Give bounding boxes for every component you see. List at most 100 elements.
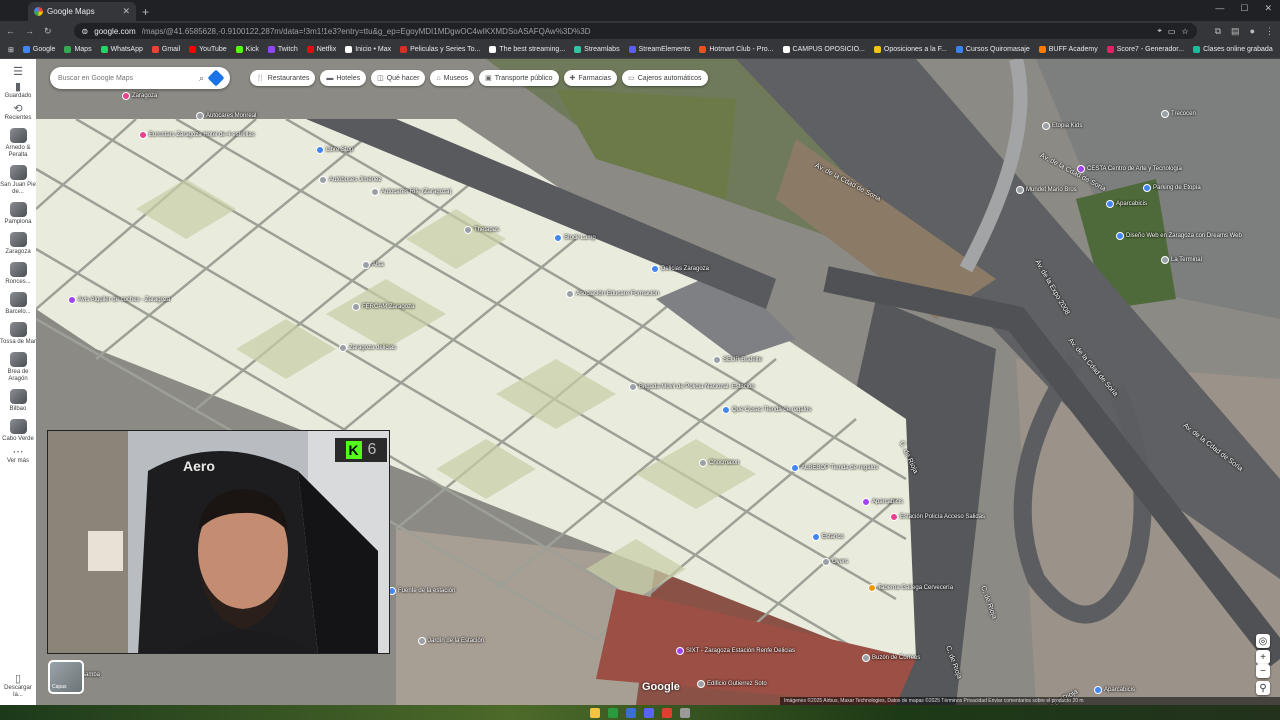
place-label[interactable]: Libre Stop (326, 147, 353, 153)
recent-item[interactable]: Ronces... (0, 262, 36, 286)
bookmark-item[interactable]: Oposiciones a la F... (873, 46, 947, 53)
place-label[interactable]: Zaragoza delicias (349, 345, 396, 351)
file-explorer-icon[interactable] (590, 707, 600, 718)
place-pin-icon[interactable] (339, 344, 347, 352)
place-pin-icon[interactable] (629, 383, 637, 391)
place-pin-icon[interactable] (316, 146, 324, 154)
place-label[interactable]: CESTA Centro de Arte y Tecnología (1087, 166, 1182, 172)
place-label[interactable]: Brigada Móvil de Policía Nacional. Estac… (639, 384, 755, 390)
new-tab-icon[interactable]: + (142, 5, 149, 19)
place-pin-icon[interactable] (890, 513, 898, 521)
bookmark-item[interactable]: YouTube (189, 46, 227, 53)
place-label[interactable]: Aparcabicis (1116, 201, 1147, 207)
place-pin-icon[interactable] (676, 647, 684, 655)
zoom-in-button[interactable]: + (1256, 650, 1270, 664)
place-label[interactable]: Chocmalon (709, 460, 739, 466)
bookmark-item[interactable]: Hotmart Club - Pro... (699, 46, 774, 53)
layers-button[interactable]: Capas (48, 660, 84, 694)
cast-icon[interactable]: ▭ (1168, 27, 1176, 36)
place-pin-icon[interactable] (122, 92, 130, 100)
profile-avatar[interactable]: ● (1250, 26, 1255, 37)
place-label[interactable]: Qué Cosas Tienda de regalos (732, 407, 811, 413)
obs-taskbar-icon[interactable] (662, 707, 672, 718)
pegman-icon[interactable]: ⚲ (1256, 681, 1270, 695)
bookmark-item[interactable]: The best streaming... (489, 46, 565, 53)
place-label[interactable]: Mundet Mario Bros (1026, 187, 1077, 193)
place-label[interactable]: Autocares Rife (Zaragoza) (381, 189, 451, 195)
minimize-icon[interactable]: — (1215, 3, 1224, 14)
place-pin-icon[interactable] (1106, 200, 1114, 208)
place-pin-icon[interactable] (812, 533, 820, 541)
address-bar[interactable]: ⊜ google.com/maps/@41.6585628,-0.9100122… (73, 23, 1197, 39)
place-label[interactable]: Estación Policía Acceso Salidas (900, 514, 985, 520)
place-label[interactable]: Estanco (822, 534, 844, 540)
bookmark-item[interactable]: WhatsApp (100, 46, 143, 53)
bookmark-item[interactable]: Score7 - Generador... (1106, 46, 1184, 53)
place-pin-icon[interactable] (722, 406, 730, 414)
bookmark-item[interactable]: Gmail (151, 46, 180, 53)
extensions-icon[interactable]: ⧉ (1215, 26, 1221, 37)
zoom-out-button[interactable]: − (1256, 664, 1270, 678)
place-pin-icon[interactable] (697, 680, 705, 688)
bookmark-item[interactable]: Twitch (267, 46, 298, 53)
chip-cajeros-automáticos[interactable]: ▭ Cajeros automáticos (622, 70, 708, 86)
place-label[interactable]: ALBEBOP Tienda de regalos (801, 465, 878, 471)
recent-item[interactable]: Brea de Aragón (0, 352, 36, 383)
my-location-button[interactable]: ◎ (1256, 634, 1270, 648)
location-icon[interactable]: ⌖ (1157, 26, 1162, 36)
place-label[interactable]: Zaragoza (132, 93, 157, 99)
place-pin-icon[interactable] (822, 558, 830, 566)
place-pin-icon[interactable] (418, 637, 426, 645)
bookmark-item[interactable]: Google (22, 46, 55, 53)
search-input[interactable] (58, 74, 193, 82)
place-label[interactable]: Diseño Web en Zaragoza con Dreams Web (1126, 233, 1242, 239)
place-pin-icon[interactable] (791, 464, 799, 472)
apps-icon[interactable]: ⊞ (8, 46, 14, 54)
rail-more[interactable]: ⋯ Ver más (7, 447, 29, 465)
place-pin-icon[interactable] (699, 459, 707, 467)
recent-item[interactable]: Cabo Verde (0, 419, 36, 443)
place-label[interactable]: Autobuses Jiménez (329, 177, 381, 183)
place-label[interactable]: Edificio Gutierrez Soto (707, 681, 767, 687)
search-icon[interactable]: ⌕ (199, 73, 204, 84)
place-label[interactable]: Parking de Etopía (1153, 185, 1201, 191)
site-info-icon[interactable]: ⊜ (82, 27, 89, 36)
place-pin-icon[interactable] (862, 654, 870, 662)
rail-download[interactable]: ▯ Descargar la... (0, 674, 36, 699)
place-label[interactable]: Jardín de la Estación (428, 638, 484, 644)
place-label[interactable]: Autocares Monreal (206, 113, 256, 119)
maximize-icon[interactable]: ☐ (1240, 3, 1248, 14)
sidebar-icon[interactable]: ▤ (1231, 26, 1240, 37)
place-label[interactable]: Aparcabicis (1104, 687, 1135, 693)
place-pin-icon[interactable] (319, 176, 327, 184)
place-pin-icon[interactable] (139, 131, 147, 139)
bookmark-item[interactable]: Cursos Quiromasaje (955, 46, 1030, 53)
place-pin-icon[interactable] (566, 290, 574, 298)
place-pin-icon[interactable] (352, 303, 360, 311)
bookmark-item[interactable]: Clases online grabada (1193, 46, 1273, 53)
chip-museos[interactable]: ⌂ Museos (430, 70, 475, 86)
place-pin-icon[interactable] (371, 188, 379, 196)
place-label[interactable]: Alsa (372, 262, 384, 268)
app-taskbar-icon[interactable] (626, 707, 636, 718)
place-pin-icon[interactable] (1143, 184, 1151, 192)
place-pin-icon[interactable] (862, 498, 870, 506)
place-pin-icon[interactable] (1161, 110, 1169, 118)
settings-taskbar-icon[interactable] (680, 707, 690, 718)
discord-taskbar-icon[interactable] (644, 707, 654, 718)
place-pin-icon[interactable] (1016, 186, 1024, 194)
bookmark-item[interactable]: Netflix (306, 46, 336, 53)
bookmark-item[interactable]: BUFF Academy (1038, 46, 1098, 53)
forward-icon[interactable]: → (25, 26, 34, 36)
place-pin-icon[interactable] (651, 265, 659, 273)
place-label[interactable]: Fuente de la estación (398, 588, 455, 594)
chip-qué-hacer[interactable]: ◫ Qué hacer (371, 70, 426, 86)
place-pin-icon[interactable] (1094, 686, 1102, 694)
place-pin-icon[interactable] (362, 261, 370, 269)
chip-hoteles[interactable]: ▬ Hoteles (320, 70, 367, 86)
recent-item[interactable]: Arnedo & Peralta (0, 128, 36, 159)
browser-menu-icon[interactable]: ⋮ (1265, 26, 1274, 37)
rail-item-guardado[interactable]: ▮ Guardado (5, 82, 32, 100)
place-label[interactable]: Stock Lamp (564, 235, 596, 241)
place-pin-icon[interactable] (1161, 256, 1169, 264)
